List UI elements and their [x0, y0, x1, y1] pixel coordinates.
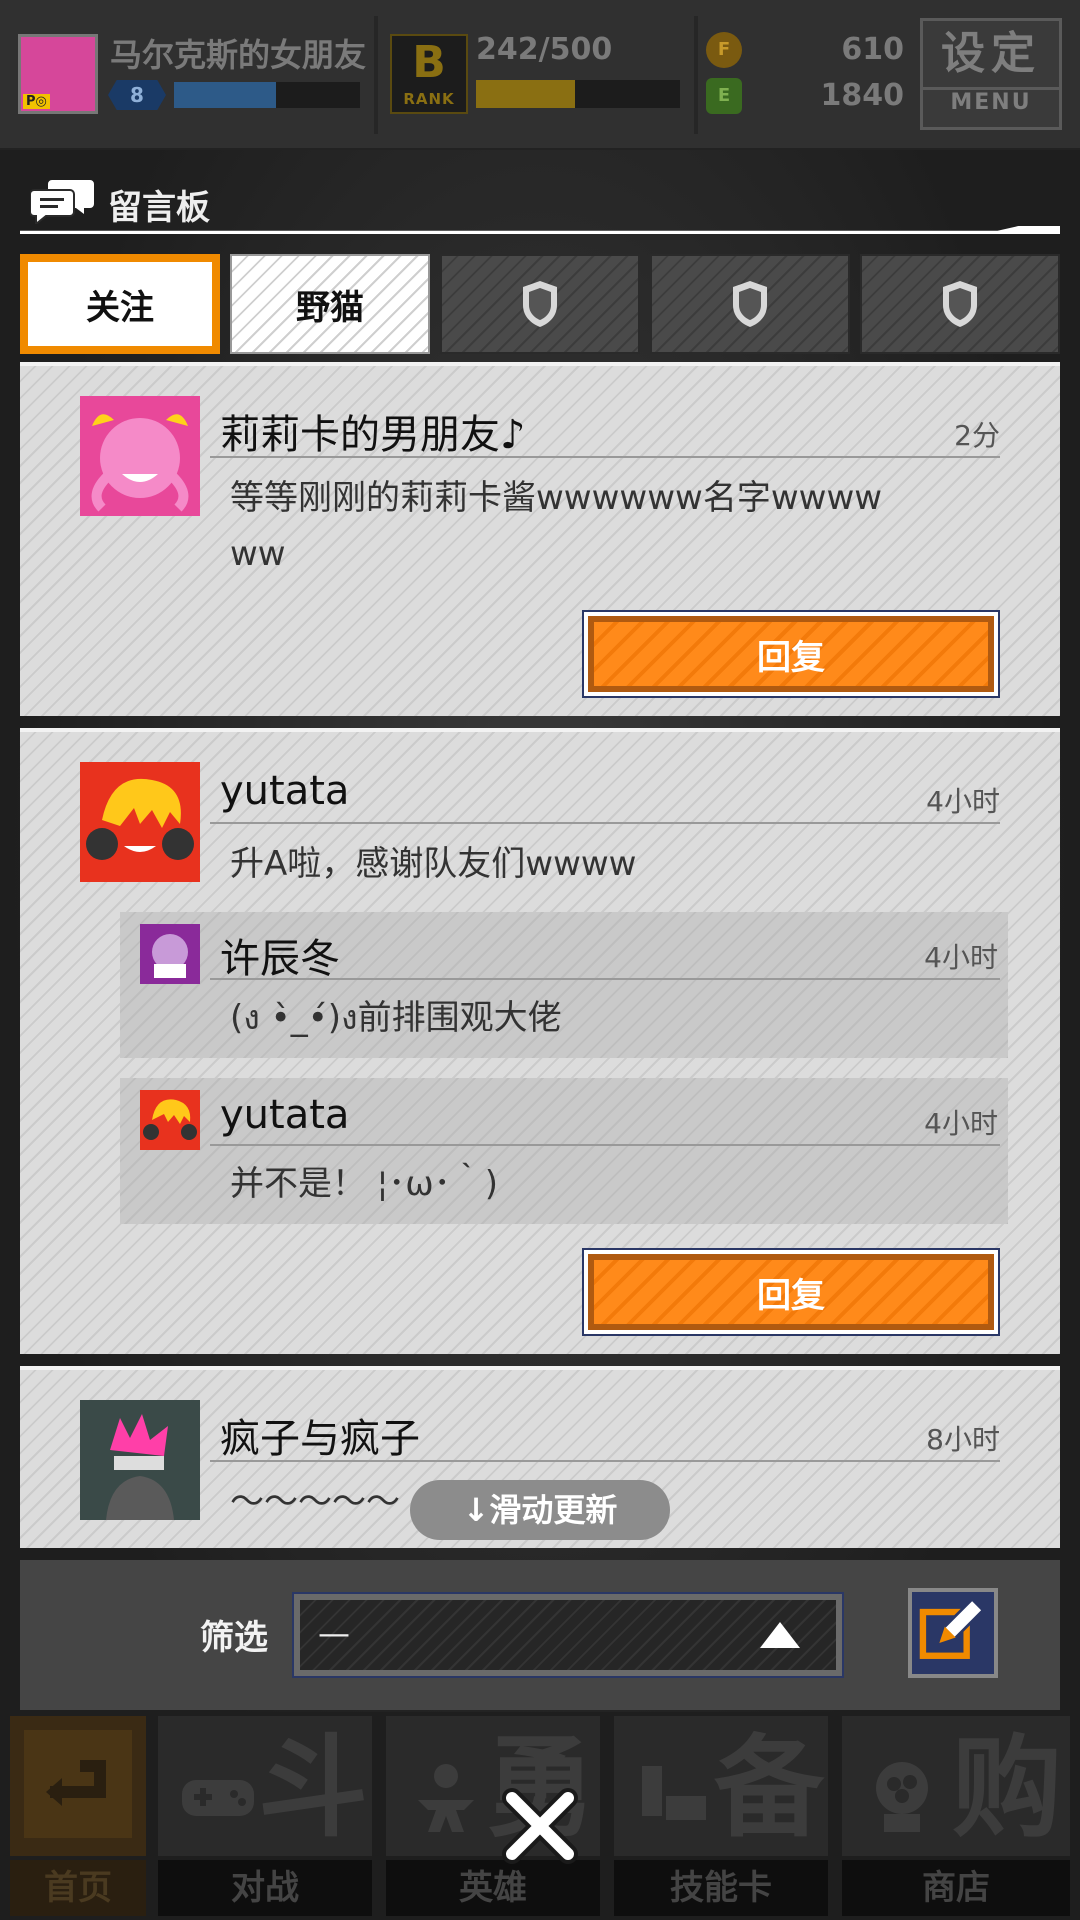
rank-progress-fill: [476, 80, 575, 108]
exp-bar: [174, 82, 360, 108]
close-icon[interactable]: [500, 1786, 580, 1866]
tab-locked-2[interactable]: [650, 254, 850, 354]
nav-skill-cards[interactable]: 备 技能卡: [614, 1712, 828, 1920]
e-coin-count: 1840: [820, 78, 905, 113]
level-badge: 8: [108, 80, 166, 110]
settings-menu-button[interactable]: 设定 MENU: [920, 18, 1062, 130]
panel-header: 留言板: [20, 170, 1060, 236]
divider: [210, 1144, 1000, 1146]
tab-locked-3[interactable]: [860, 254, 1060, 354]
hero-icon: [418, 1764, 474, 1832]
user-avatar[interactable]: [80, 1400, 200, 1520]
divider: [210, 822, 1000, 824]
rank-letter: B: [412, 37, 446, 88]
reply-button[interactable]: 回复: [582, 610, 1000, 698]
reply-text: (ง •̀_•́)ง前排围观大佬: [230, 998, 562, 1038]
divider: [694, 16, 698, 134]
reply-author: 许辰冬: [220, 936, 340, 982]
post-card: yutata 4小时 升A啦，感谢队友们wwww 许辰冬 4小时 (ง •̀_•…: [20, 728, 1060, 1354]
exp-bar-fill: [174, 82, 277, 108]
reply-button-label: 回复: [588, 1254, 994, 1330]
divider: [210, 978, 1000, 980]
user-avatar[interactable]: [140, 1090, 200, 1150]
page-title: 留言板: [108, 188, 210, 228]
reply-button[interactable]: 回复: [582, 1248, 1000, 1336]
board-tabs: 关注 野猫: [20, 254, 1060, 354]
nav-battle-glyph: 斗: [258, 1724, 368, 1852]
shield-icon: [943, 281, 977, 327]
home-icon: [24, 1730, 132, 1838]
post-author: 疯子与疯子: [220, 1416, 420, 1462]
e-coin-icon: E: [706, 78, 742, 114]
tab-wildcat-label: 野猫: [296, 287, 364, 328]
gamepad-icon: [182, 1780, 254, 1816]
avatar-badge: P◎: [23, 94, 50, 109]
rank-progress-text: 242/500: [476, 32, 613, 67]
post-author: yutata: [220, 768, 350, 814]
reply-item: yutata 4小时 并不是！ ¦･ω･｀): [120, 1078, 1008, 1224]
user-avatar[interactable]: [140, 924, 200, 984]
post-author: 莉莉卡的男朋友♪: [220, 412, 526, 458]
post-time: 4小时: [926, 785, 1000, 818]
player-name: 马尔克斯的女朋友: [110, 36, 367, 74]
f-coin-count: 610: [841, 32, 904, 67]
capsule-machine-icon: [876, 1762, 928, 1832]
rank-emblem: B RANK: [390, 34, 468, 114]
post-time: 8小时: [926, 1423, 1000, 1456]
reply-time: 4小时: [924, 941, 998, 974]
user-avatar[interactable]: [80, 762, 200, 882]
post-text: 升A啦，感谢队友们wwww: [230, 844, 637, 884]
message-feed[interactable]: 莉莉卡的男朋友♪ 2分 等等刚刚的莉莉卡酱wwwwww名字wwww ww 回复 …: [20, 362, 1060, 1548]
post-text-cont: ww: [230, 534, 286, 574]
filter-selected-value: —: [318, 1614, 350, 1652]
nav-shop-label: 商店: [842, 1860, 1070, 1916]
tab-locked-1[interactable]: [440, 254, 640, 354]
status-bar: P◎ 马尔克斯的女朋友 8 B RANK 242/500 F 610 E 184…: [0, 0, 1080, 150]
user-avatar[interactable]: [80, 396, 200, 516]
divider: [374, 16, 378, 134]
nav-shop-glyph: 购: [952, 1724, 1062, 1852]
post-text: ～～～～～: [230, 1482, 400, 1522]
shield-icon: [523, 281, 557, 327]
tab-follow[interactable]: 关注: [20, 254, 220, 354]
settings-label: 设定: [941, 28, 1041, 79]
triangle-up-icon: [760, 1622, 800, 1648]
filter-dropdown[interactable]: —: [292, 1592, 844, 1678]
tab-follow-label: 关注: [86, 287, 154, 328]
filter-bar: 筛选 —: [20, 1560, 1060, 1710]
pull-to-refresh-hint: ↓滑动更新: [410, 1480, 670, 1540]
f-coin-icon: F: [706, 32, 742, 68]
nav-battle-label: 对战: [158, 1860, 372, 1916]
nav-hero-label: 英雄: [386, 1860, 600, 1916]
divider: [210, 1460, 1000, 1462]
filter-label: 筛选: [200, 1618, 268, 1658]
chat-bubbles-icon: [30, 180, 94, 224]
divider: [210, 456, 1000, 458]
nav-home-label: 首页: [10, 1860, 146, 1916]
reply-text: 并不是！ ¦･ω･｀): [230, 1164, 498, 1204]
reply-button-label: 回复: [588, 616, 994, 692]
menu-label: MENU: [923, 87, 1059, 115]
nav-home[interactable]: 首页: [10, 1712, 146, 1920]
reply-time: 4小时: [924, 1107, 998, 1140]
player-avatar[interactable]: P◎: [18, 34, 98, 114]
nav-battle[interactable]: 斗 对战: [158, 1712, 372, 1920]
edit-pencil-icon: [919, 1597, 985, 1659]
nav-shop[interactable]: 购 商店: [842, 1712, 1070, 1920]
nav-skill-cards-label: 技能卡: [614, 1860, 828, 1916]
shield-icon: [733, 281, 767, 327]
post-card: 莉莉卡的男朋友♪ 2分 等等刚刚的莉莉卡酱wwwwww名字wwww ww 回复: [20, 362, 1060, 716]
rank-progress-bar: [476, 80, 680, 108]
compose-button[interactable]: [908, 1588, 998, 1678]
nav-skill-cards-glyph: 备: [714, 1724, 824, 1852]
reply-author: yutata: [220, 1092, 350, 1138]
post-text: 等等刚刚的莉莉卡酱wwwwww名字wwww: [230, 478, 883, 518]
cards-icon: [642, 1766, 706, 1820]
rank-word: RANK: [403, 90, 455, 108]
reply-item: 许辰冬 4小时 (ง •̀_•́)ง前排围观大佬: [120, 912, 1008, 1058]
post-time: 2分: [954, 419, 1000, 452]
tab-wildcat[interactable]: 野猫: [230, 254, 430, 354]
